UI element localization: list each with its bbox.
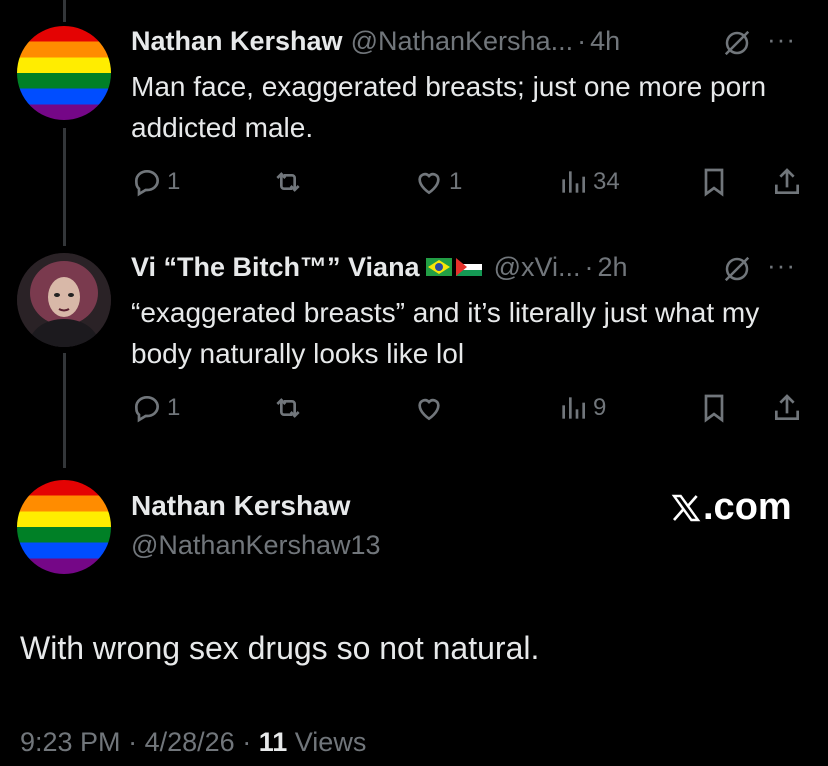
- views-count: 34: [593, 168, 620, 195]
- share-button[interactable]: [771, 166, 803, 198]
- more-icon[interactable]: ···: [767, 24, 796, 55]
- share-icon: [775, 394, 799, 420]
- reply-count: 1: [167, 394, 181, 421]
- timestamp[interactable]: 2h: [598, 252, 628, 283]
- views-label: Views: [294, 727, 367, 757]
- avatar[interactable]: [17, 26, 111, 120]
- palestine-flag-icon: [455, 257, 482, 276]
- repost-button[interactable]: [272, 392, 304, 424]
- repost-icon: [276, 398, 300, 418]
- tweet-text: Man face, exaggerated breasts; just one …: [131, 71, 767, 143]
- separator: ·: [128, 727, 138, 757]
- brand-text: .com: [703, 486, 792, 528]
- separator: ·: [577, 26, 587, 56]
- repost-button[interactable]: [272, 166, 304, 198]
- thread-line: [63, 0, 66, 22]
- bookmark-icon: [704, 394, 724, 423]
- post-time[interactable]: 9:23 PM: [20, 727, 121, 757]
- tweet-header: Nathan Kershaw @NathanKersha... · 4h: [131, 26, 620, 57]
- views-count: 9: [593, 394, 607, 421]
- like-count: 1: [449, 168, 463, 195]
- handle[interactable]: @xVi...: [494, 252, 581, 283]
- views-button[interactable]: 34: [557, 166, 620, 198]
- like-button[interactable]: 1: [413, 166, 462, 198]
- display-name[interactable]: Vi “The Bitch™” Viana: [131, 252, 420, 283]
- views-icon: [562, 171, 585, 193]
- grok-icon[interactable]: [722, 28, 752, 58]
- grok-icon[interactable]: [722, 254, 752, 284]
- display-name[interactable]: Nathan Kershaw: [131, 26, 343, 57]
- profile-photo: [17, 253, 111, 347]
- x-brand: .com: [670, 486, 792, 529]
- post-date[interactable]: 4/28/26: [145, 727, 235, 757]
- reply-count: 1: [167, 168, 181, 195]
- views-icon: [562, 397, 585, 419]
- bookmark-button[interactable]: [698, 392, 730, 424]
- separator: ·: [242, 727, 252, 757]
- brazil-flag-icon: [425, 257, 452, 276]
- reply-button[interactable]: 1: [131, 166, 180, 198]
- handle[interactable]: @NathanKershaw13: [131, 530, 381, 561]
- handle[interactable]: @NathanKersha...: [351, 26, 574, 57]
- x-logo-icon: [671, 494, 701, 521]
- tweet-text: “exaggerated breasts” and it’s literally…: [131, 297, 760, 369]
- avatar[interactable]: [17, 253, 111, 347]
- share-icon: [775, 168, 799, 194]
- avatar[interactable]: [17, 480, 111, 574]
- thread-line: [63, 128, 66, 246]
- tweet-meta: 9:23 PM · 4/28/26 · 11 Views: [20, 727, 366, 758]
- bookmark-button[interactable]: [698, 166, 730, 198]
- tweet-header: Vi “The Bitch™” Viana @xVi... · 2h: [131, 252, 628, 283]
- bookmark-icon: [704, 168, 724, 197]
- repost-icon: [276, 172, 300, 192]
- reply-button[interactable]: 1: [131, 392, 180, 424]
- thread-line: [63, 353, 66, 468]
- like-icon: [418, 398, 440, 421]
- share-button[interactable]: [771, 392, 803, 424]
- display-name[interactable]: Nathan Kershaw: [131, 490, 350, 522]
- reply-icon: [134, 395, 160, 423]
- like-icon: [418, 172, 440, 195]
- tweet-text: With wrong sex drugs so not natural.: [20, 630, 540, 666]
- views-button[interactable]: 9: [557, 392, 606, 424]
- separator: ·: [584, 252, 594, 282]
- more-icon[interactable]: ···: [767, 250, 796, 281]
- views-count: 11: [258, 727, 288, 757]
- reply-icon: [134, 169, 160, 197]
- timestamp[interactable]: 4h: [590, 26, 620, 57]
- like-button[interactable]: [413, 392, 449, 424]
